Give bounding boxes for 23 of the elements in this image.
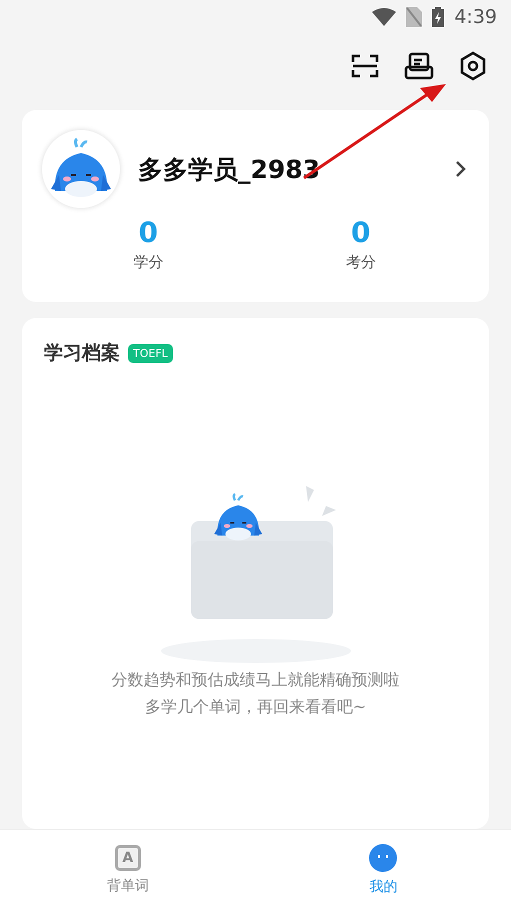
records-button[interactable] — [403, 50, 435, 82]
wifi-icon — [372, 8, 396, 26]
nav-tab[interactable]: A 背单词 — [0, 830, 256, 910]
battery-icon — [432, 7, 444, 27]
empty-message: 分数趋势和预估成绩马上就能精确预测啦 — [112, 669, 400, 691]
whale-face-icon — [369, 844, 398, 872]
stat-value: 0 — [351, 216, 370, 249]
nav-tab[interactable]: 我的 — [256, 830, 511, 910]
word-card-icon: A — [114, 845, 141, 871]
stat-label: 考分 — [346, 253, 376, 272]
document-tray-icon — [404, 52, 434, 80]
scan-icon — [351, 53, 379, 79]
empty-message: 多学几个单词，再回来看看吧~ — [144, 696, 366, 718]
no-sim-icon — [406, 7, 422, 27]
exam-tag: TOEFL — [128, 344, 173, 362]
section-title: 学习档案 — [44, 341, 120, 366]
settings-icon — [459, 51, 487, 81]
user-name[interactable]: 多多学员_2983 — [138, 152, 437, 186]
avatar[interactable] — [42, 130, 120, 208]
status-time: 4:39 — [454, 6, 497, 28]
stat-value: 0 — [138, 216, 158, 249]
chevron-right-icon[interactable] — [455, 160, 467, 178]
stat-label: 学分 — [133, 253, 164, 272]
